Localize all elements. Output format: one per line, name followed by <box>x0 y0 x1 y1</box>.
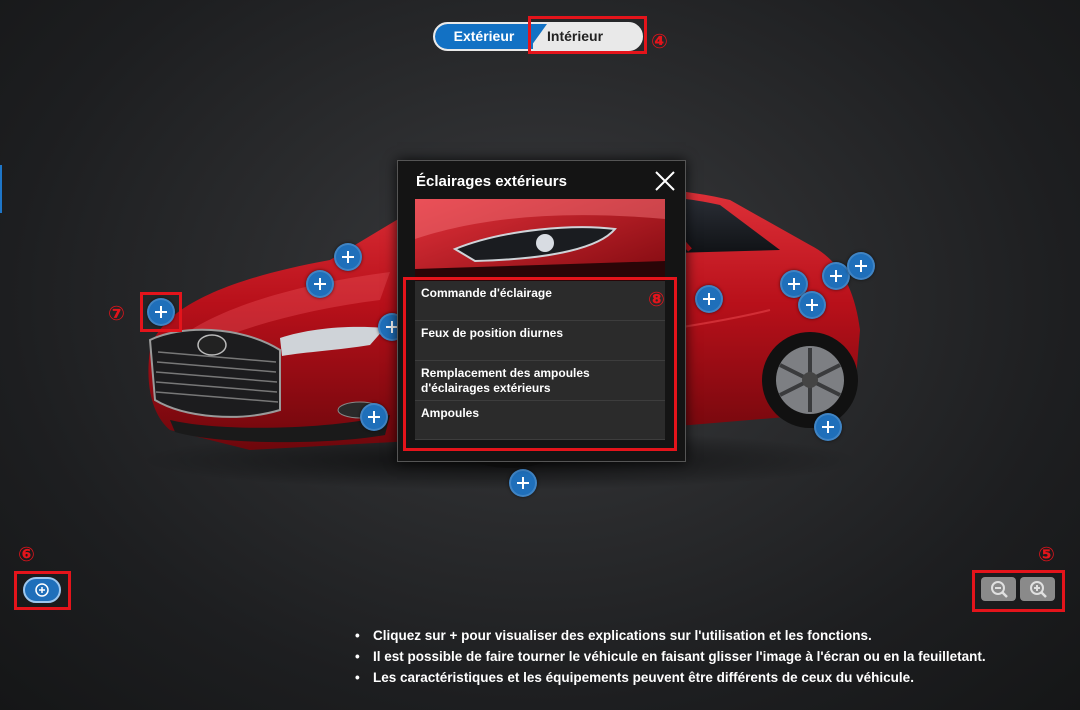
instruction-item: Les caractéristiques et les équipements … <box>355 669 1075 687</box>
hotspot-plus-icon[interactable] <box>695 285 723 313</box>
hotspot-plus-icon[interactable] <box>509 469 537 497</box>
zoom-in-button[interactable] <box>1020 577 1055 601</box>
zoom-controls <box>978 575 1060 605</box>
hotspot-plus-icon[interactable] <box>814 413 842 441</box>
callout-box-menu <box>403 277 677 451</box>
exterior-tab[interactable]: Extérieur <box>435 24 533 49</box>
callout-5: ⑤ <box>1038 544 1055 566</box>
zoom-in-icon <box>1030 581 1047 598</box>
callout-6: ⑥ <box>18 544 35 566</box>
hotspot-plus-icon[interactable] <box>334 243 362 271</box>
hotspot-plus-icon[interactable] <box>360 403 388 431</box>
instructions: Cliquez sur + pour visualiser des explic… <box>355 627 1075 690</box>
callout-7: ⑦ <box>108 303 125 325</box>
callout-8: ⑧ <box>648 289 665 311</box>
popup-title: Éclairages extérieurs <box>416 173 567 190</box>
close-icon[interactable] <box>653 169 677 193</box>
hotspot-plus-icon[interactable] <box>798 291 826 319</box>
left-edge-indicator <box>0 165 2 213</box>
rotate-button[interactable] <box>23 577 61 603</box>
zoom-out-button[interactable] <box>981 577 1016 601</box>
instruction-item: Il est possible de faire tourner le véhi… <box>355 648 1075 666</box>
instruction-item: Cliquez sur + pour visualiser des explic… <box>355 627 1075 645</box>
callout-4: ④ <box>651 31 668 53</box>
callout-box-hotspot <box>140 292 182 332</box>
callout-box-interior <box>528 16 647 54</box>
rotate-icon <box>35 583 49 597</box>
hotspot-plus-icon[interactable] <box>306 270 334 298</box>
zoom-out-icon <box>991 581 1008 598</box>
hotspot-plus-icon[interactable] <box>822 262 850 290</box>
hotspot-plus-icon[interactable] <box>847 252 875 280</box>
